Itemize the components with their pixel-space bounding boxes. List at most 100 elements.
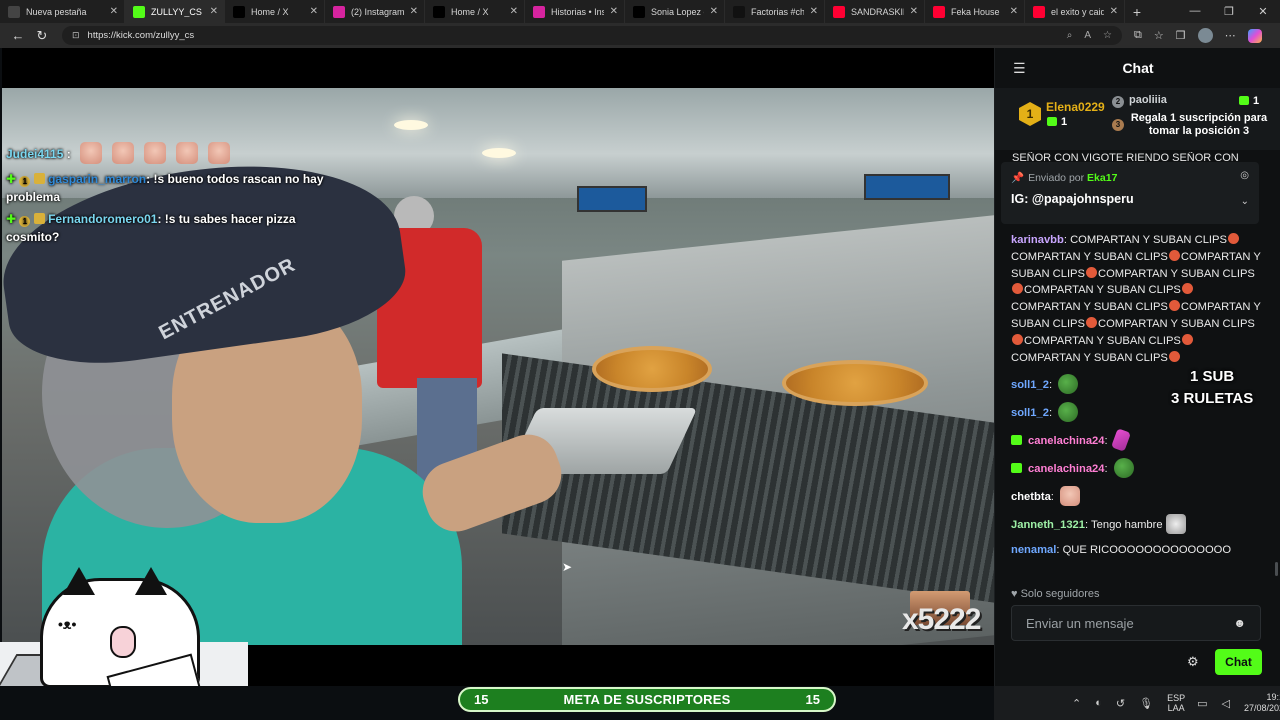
- language-indicator[interactable]: ESP LAA: [1167, 693, 1185, 713]
- chat-username[interactable]: karinavbb: [1011, 234, 1064, 246]
- gift-sub-cta[interactable]: Regala 1 suscripción para tomar la posic…: [1129, 112, 1269, 138]
- x-icon: [233, 5, 245, 18]
- app-tray-icon[interactable]: ◐: [1095, 697, 1102, 709]
- tray-icon[interactable]: ↺: [1116, 697, 1125, 710]
- chat-text: COMPARTAN Y SUBAN CLIPS: [1024, 284, 1181, 297]
- overlay-chat-user: Fernandoromero01: [48, 212, 158, 226]
- restore-icon[interactable]: ❐: [1212, 5, 1246, 18]
- browser-tab[interactable]: Nueva pestaña ✕: [0, 0, 125, 23]
- close-tab-icon[interactable]: ✕: [1110, 6, 1118, 17]
- chevron-down-icon[interactable]: ⌄: [1241, 196, 1249, 207]
- network-icon[interactable]: ▭: [1197, 697, 1207, 710]
- new-tab-button[interactable]: +: [1125, 4, 1149, 20]
- chat-username[interactable]: Janneth_1321: [1011, 519, 1085, 531]
- pinned-author[interactable]: Eka17: [1087, 172, 1117, 184]
- close-tab-icon[interactable]: ✕: [810, 6, 818, 17]
- browser-tab[interactable]: Historias • Instagram ✕: [525, 0, 625, 23]
- chat-text: COMPARTAN Y SUBAN CLIPS: [1011, 250, 1168, 263]
- gear-icon[interactable]: ⚙: [1187, 654, 1199, 670]
- chat-message: canelachina24:: [1011, 428, 1261, 453]
- close-window-icon[interactable]: ✕: [1246, 5, 1280, 18]
- browser-tab[interactable]: Feka House ✕: [925, 0, 1025, 23]
- browser-icon: [8, 5, 20, 18]
- chat-title: Chat: [1122, 60, 1154, 76]
- chat-username[interactable]: canelachina24: [1028, 463, 1105, 475]
- extensions-icon[interactable]: ⧉: [1134, 29, 1142, 42]
- heart-eyes-emote: [1012, 333, 1023, 345]
- cat-emote: [1165, 514, 1186, 535]
- leader-2-count: 1: [1239, 95, 1259, 107]
- tab-title: Home / X: [451, 6, 489, 17]
- gift-badge-icon: [1011, 435, 1022, 446]
- close-tab-icon[interactable]: ✕: [210, 6, 218, 17]
- pepe-emote: [1058, 374, 1079, 395]
- tiktok-icon: [733, 5, 745, 18]
- close-tab-icon[interactable]: ✕: [110, 6, 118, 17]
- clock[interactable]: 19:1827/08/2025: [1244, 692, 1280, 714]
- close-tab-icon[interactable]: ✕: [710, 6, 718, 17]
- zoom-icon[interactable]: ⌕: [1067, 30, 1073, 41]
- favorite-star-icon[interactable]: ☆: [1103, 30, 1112, 41]
- close-tab-icon[interactable]: ✕: [310, 6, 318, 17]
- browser-tab[interactable]: Factorias #chalenge ✕: [725, 0, 825, 23]
- chat-username[interactable]: canelachina24: [1028, 435, 1105, 447]
- close-tab-icon[interactable]: ✕: [910, 6, 918, 17]
- tab-title: el exito y caida d: [1051, 6, 1104, 17]
- profile-avatar[interactable]: [1197, 28, 1213, 43]
- chat-scrollbar[interactable]: [1275, 562, 1278, 576]
- refresh-icon[interactable]: ↻: [30, 28, 54, 44]
- leader-2-name[interactable]: paoliiia: [1129, 94, 1167, 106]
- more-icon[interactable]: ⋯: [1225, 29, 1236, 42]
- send-chat-button[interactable]: Chat: [1215, 649, 1262, 675]
- goal-bar-area: 15 META DE SUSCRIPTORES 15: [0, 686, 994, 720]
- chat-username[interactable]: chetbta: [1011, 491, 1051, 503]
- tab-title: Sonia Lopez on X: [651, 6, 704, 17]
- close-tab-icon[interactable]: ✕: [1010, 6, 1018, 17]
- chat-message: canelachina24:: [1011, 458, 1261, 479]
- favorites-icon[interactable]: ☆: [1154, 29, 1164, 42]
- browser-tab[interactable]: Home / X ✕: [425, 0, 525, 23]
- browser-tab[interactable]: Home / X ✕: [225, 0, 325, 23]
- chat-username[interactable]: soll1_2: [1011, 379, 1049, 391]
- browser-tab[interactable]: ZULLYY_CS Stream ✕: [125, 0, 225, 23]
- chat-text: COMPARTAN Y SUBAN CLIPS: [1011, 351, 1168, 364]
- url-field[interactable]: ⊡ https://kick.com/zullyy_cs ⌕ A ☆: [62, 26, 1122, 45]
- read-aloud-icon[interactable]: A: [1084, 30, 1091, 41]
- pizza: [592, 346, 712, 392]
- minimize-icon[interactable]: —: [1178, 5, 1212, 18]
- volume-icon[interactable]: ◁: [1221, 697, 1229, 710]
- close-tab-icon[interactable]: ✕: [510, 6, 518, 17]
- chat-text: COMPARTAN Y SUBAN CLIPS: [1024, 334, 1181, 347]
- site-info-icon[interactable]: ⊡: [72, 30, 80, 41]
- collapse-chat-icon[interactable]: ☰: [1013, 60, 1026, 77]
- collections-icon[interactable]: ❒: [1176, 29, 1186, 42]
- copilot-icon[interactable]: [1247, 28, 1262, 43]
- close-tab-icon[interactable]: ✕: [610, 6, 618, 17]
- heart-icon: ♥: [1011, 588, 1018, 600]
- browser-tab[interactable]: SANDRASKINS live ✕: [825, 0, 925, 23]
- hide-pinned-icon[interactable]: ◎: [1240, 170, 1249, 181]
- chat-input[interactable]: [1026, 615, 1226, 631]
- kitchen-screen: [577, 186, 647, 212]
- emoji-picker-icon[interactable]: ☻: [1233, 616, 1246, 630]
- gift-badge-icon: [33, 173, 45, 184]
- tab-title: (2) Instagram: [351, 6, 404, 17]
- browser-tab[interactable]: el exito y caida d ✕: [1025, 0, 1125, 23]
- close-tab-icon[interactable]: ✕: [410, 6, 418, 17]
- chat-input-box[interactable]: ☻: [1011, 605, 1261, 641]
- goal-left-count: 15: [474, 692, 489, 707]
- chat-text: QUE RICOOOOOOOOOOOOOO: [1062, 544, 1232, 557]
- leader-1-name[interactable]: Elena0229: [1046, 100, 1105, 114]
- browser-tab[interactable]: Sonia Lopez on X ✕: [625, 0, 725, 23]
- microphone-icon[interactable]: 🎙: [1139, 697, 1153, 710]
- followers-only-notice: ♥ Solo seguidores: [1011, 588, 1100, 600]
- instagram-icon: [533, 5, 545, 18]
- show-hidden-icons-icon[interactable]: ⌃: [1072, 697, 1081, 710]
- browser-tab[interactable]: (2) Instagram ✕: [325, 0, 425, 23]
- url-text: https://kick.com/zullyy_cs: [87, 30, 195, 41]
- pizza: [782, 360, 928, 406]
- chat-message: karinavbb: COMPARTAN Y SUBAN CLIPSCOMPAR…: [1011, 233, 1261, 364]
- chat-username[interactable]: nenamal: [1011, 544, 1056, 556]
- chat-username[interactable]: soll1_2: [1011, 407, 1049, 419]
- back-arrow-icon[interactable]: ←: [6, 28, 30, 43]
